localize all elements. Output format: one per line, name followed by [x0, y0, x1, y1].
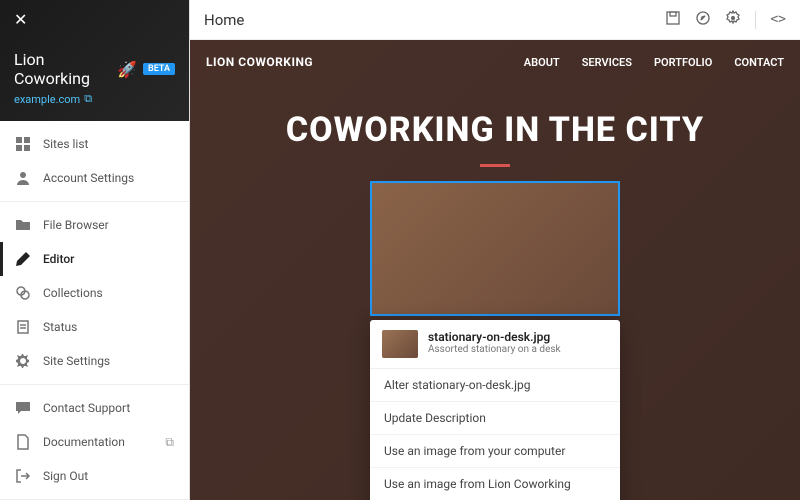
- sidebar: ✕ Lion Coworking 🚀 BETA example.com ⧉ Si…: [0, 0, 190, 500]
- sidebar-item-documentation[interactable]: Documentation ⧉: [0, 425, 189, 459]
- pencil-icon: [15, 251, 31, 267]
- gear-icon: [15, 353, 31, 369]
- nav-label: Site Settings: [43, 354, 110, 368]
- site-name: Lion Coworking 🚀 BETA: [14, 50, 175, 88]
- code-icon[interactable]: <>: [770, 12, 786, 27]
- divider: [755, 11, 756, 29]
- user-icon: [15, 170, 31, 186]
- nav-label: Contact Support: [43, 401, 130, 415]
- popup-header: stationary-on-desk.jpg Assorted stationa…: [370, 320, 620, 369]
- nav-label: Status: [43, 320, 77, 334]
- hero-title[interactable]: COWORKING IN THE CITY: [190, 110, 800, 150]
- thumbnail: [382, 330, 418, 358]
- popup-caption: Assorted stationary on a desk: [428, 344, 561, 355]
- sidebar-item-contact-support[interactable]: Contact Support: [0, 391, 189, 425]
- gear-icon[interactable]: [725, 10, 741, 30]
- save-icon[interactable]: [665, 10, 681, 30]
- nav-label: Sign Out: [43, 469, 88, 483]
- image-context-menu: stationary-on-desk.jpg Assorted stationa…: [370, 320, 620, 500]
- preview-logo[interactable]: LION COWORKING: [206, 55, 313, 69]
- sidebar-item-site-settings[interactable]: Site Settings: [0, 344, 189, 378]
- nav-section-footer: Contact Support Documentation ⧉ Sign Out: [0, 385, 189, 500]
- menu-item-image-computer[interactable]: Use an image from your computer: [370, 435, 620, 468]
- sidebar-item-status[interactable]: Status: [0, 310, 189, 344]
- nav-link-about[interactable]: ABOUT: [524, 56, 560, 69]
- sidebar-item-editor[interactable]: Editor: [0, 242, 189, 276]
- sidebar-item-account-settings[interactable]: Account Settings: [0, 161, 189, 195]
- folder-icon: [15, 217, 31, 233]
- compass-icon[interactable]: [695, 10, 711, 30]
- sidebar-item-collections[interactable]: Collections: [0, 276, 189, 310]
- nav-label: Documentation: [43, 435, 125, 449]
- menu-item-alter[interactable]: Alter stationary-on-desk.jpg: [370, 369, 620, 402]
- nav-label: Collections: [43, 286, 103, 300]
- hero-divider: [480, 164, 510, 167]
- sidebar-item-sites-list[interactable]: Sites list: [0, 127, 189, 161]
- nav-label: Account Settings: [43, 171, 134, 185]
- circles-icon: [15, 285, 31, 301]
- external-link-icon: ⧉: [84, 92, 92, 106]
- nav-label: File Browser: [43, 218, 109, 232]
- clipboard-icon: [15, 319, 31, 335]
- preview-nav: LION COWORKING ABOUT SERVICES PORTFOLIO …: [190, 40, 800, 84]
- page-title: Home: [204, 11, 244, 29]
- site-url-text: example.com: [14, 93, 80, 106]
- chat-icon: [15, 400, 31, 416]
- beta-badge: BETA: [143, 63, 175, 75]
- external-link-icon: ⧉: [165, 435, 174, 450]
- preview-links: ABOUT SERVICES PORTFOLIO CONTACT: [524, 56, 784, 69]
- hero: COWORKING IN THE CITY Inspiring spaces m…: [190, 40, 800, 350]
- preview-canvas: LION COWORKING ABOUT SERVICES PORTFOLIO …: [190, 40, 800, 500]
- site-url[interactable]: example.com ⧉: [14, 92, 175, 106]
- nav-link-contact[interactable]: CONTACT: [734, 56, 784, 69]
- rocket-icon: 🚀: [117, 60, 137, 79]
- nav-link-portfolio[interactable]: PORTFOLIO: [654, 56, 712, 69]
- nav-label: Sites list: [43, 137, 88, 151]
- nav-section-account: Sites list Account Settings: [0, 121, 189, 202]
- popup-filename: stationary-on-desk.jpg: [428, 330, 561, 344]
- sidebar-header: ✕ Lion Coworking 🚀 BETA example.com ⧉: [0, 0, 189, 121]
- doc-icon: [15, 434, 31, 450]
- topbar-actions: <>: [665, 10, 786, 30]
- site-name-text: Lion Coworking: [14, 50, 111, 88]
- exit-icon: [15, 468, 31, 484]
- close-icon[interactable]: ✕: [14, 10, 27, 29]
- main: Home <> LION COWORKING ABOUT SERVICES PO…: [190, 0, 800, 500]
- menu-item-image-site[interactable]: Use an image from Lion Coworking: [370, 468, 620, 500]
- sidebar-item-sign-out[interactable]: Sign Out: [0, 459, 189, 493]
- sidebar-item-file-browser[interactable]: File Browser: [0, 208, 189, 242]
- menu-item-update-description[interactable]: Update Description: [370, 402, 620, 435]
- nav-link-services[interactable]: SERVICES: [582, 56, 632, 69]
- topbar: Home <>: [190, 0, 800, 40]
- nav-label: Editor: [43, 252, 74, 266]
- grid-icon: [15, 136, 31, 152]
- hero-image-selected[interactable]: [370, 181, 620, 316]
- nav-section-site: File Browser Editor Collections Status S…: [0, 202, 189, 385]
